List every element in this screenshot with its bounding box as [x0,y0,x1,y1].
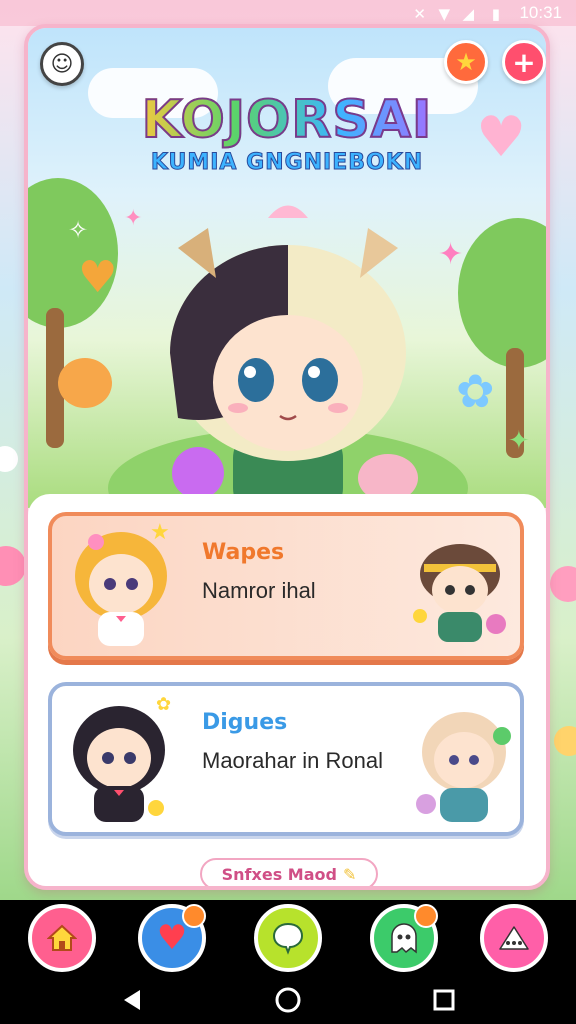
option-subtitle: Maorahar in Ronal [202,748,383,773]
cat-face-icon: ☺ [50,51,74,77]
pencil-icon: ✎ [342,864,357,884]
nav-ghost-button[interactable] [370,904,438,972]
close-notification-icon: ✕ [413,5,426,23]
game-title: KOJORSAI [28,89,546,151]
flower-decoration [554,726,576,756]
home-icon [47,924,77,951]
flower-decoration [0,446,18,472]
nav-more-button[interactable] [480,904,548,972]
wifi-icon: ▼ [438,5,450,23]
star-icon: ★ [150,520,170,545]
plus-icon: + [512,45,536,79]
flower-icon: ✿ [156,694,172,715]
heart-icon: ♥ [78,252,118,303]
bear-balloon-icon [58,358,112,408]
character-dark-hair-girl [73,706,165,822]
option-title: Wapes [202,540,285,565]
sparkle-icon: ✦ [508,426,530,456]
flower-icon: ✿ [456,364,495,418]
flower-decoration [550,566,576,602]
game-subtitle: KUMIA GNGNIEBOKN [150,150,424,176]
chat-icon [272,922,304,955]
favorite-button[interactable]: ★ [444,40,488,84]
nav-home-button[interactable] [28,904,96,972]
bottom-nav: ♥ [0,900,576,976]
notification-badge [182,904,206,928]
mood-button[interactable]: Snfxes Maod ✎ [200,858,378,886]
main-card: ♥ ♥ ✦ ✿ ✦ ✧ ✦ ☺ [24,24,550,890]
system-nav-bar [0,976,576,1024]
mood-button-label: Snfxes Maod [221,864,337,884]
recents-icon[interactable] [432,988,456,1012]
sparkle-icon: ✧ [68,216,89,244]
status-bar: ✕ ▼ ◢ ▮ 10:31 [0,0,576,26]
hero-character [170,205,418,518]
character-pink-hair-girl [416,712,511,822]
ghost-icon [391,923,417,954]
home-circle-icon[interactable] [274,986,302,1014]
character-hat-boy [413,544,506,642]
star-icon: ✦ [438,237,464,272]
nav-heart-button[interactable]: ♥ [138,904,206,972]
add-button[interactable]: + [502,40,546,84]
tree [458,218,546,368]
notification-badge [414,904,438,928]
profile-button[interactable]: ☺ [40,42,84,86]
option-subtitle: Namror ihal [202,578,316,603]
back-icon[interactable] [120,988,144,1012]
option-card-digues[interactable]: ✿ Digues Maorahar in Ronal [48,682,524,836]
battery-icon: ▮ [491,5,500,23]
star-icon: ★ [455,48,477,76]
more-icon [499,926,529,950]
status-time: 10:31 [519,3,562,22]
heart-icon: ♥ [156,918,188,958]
nav-chat-button[interactable] [254,904,322,972]
option-title: Digues [202,710,288,735]
option-card-wapes[interactable]: ★ Wapes Namror ihal [48,512,524,660]
flower-decoration [0,546,26,586]
signal-icon: ◢ [462,5,474,23]
